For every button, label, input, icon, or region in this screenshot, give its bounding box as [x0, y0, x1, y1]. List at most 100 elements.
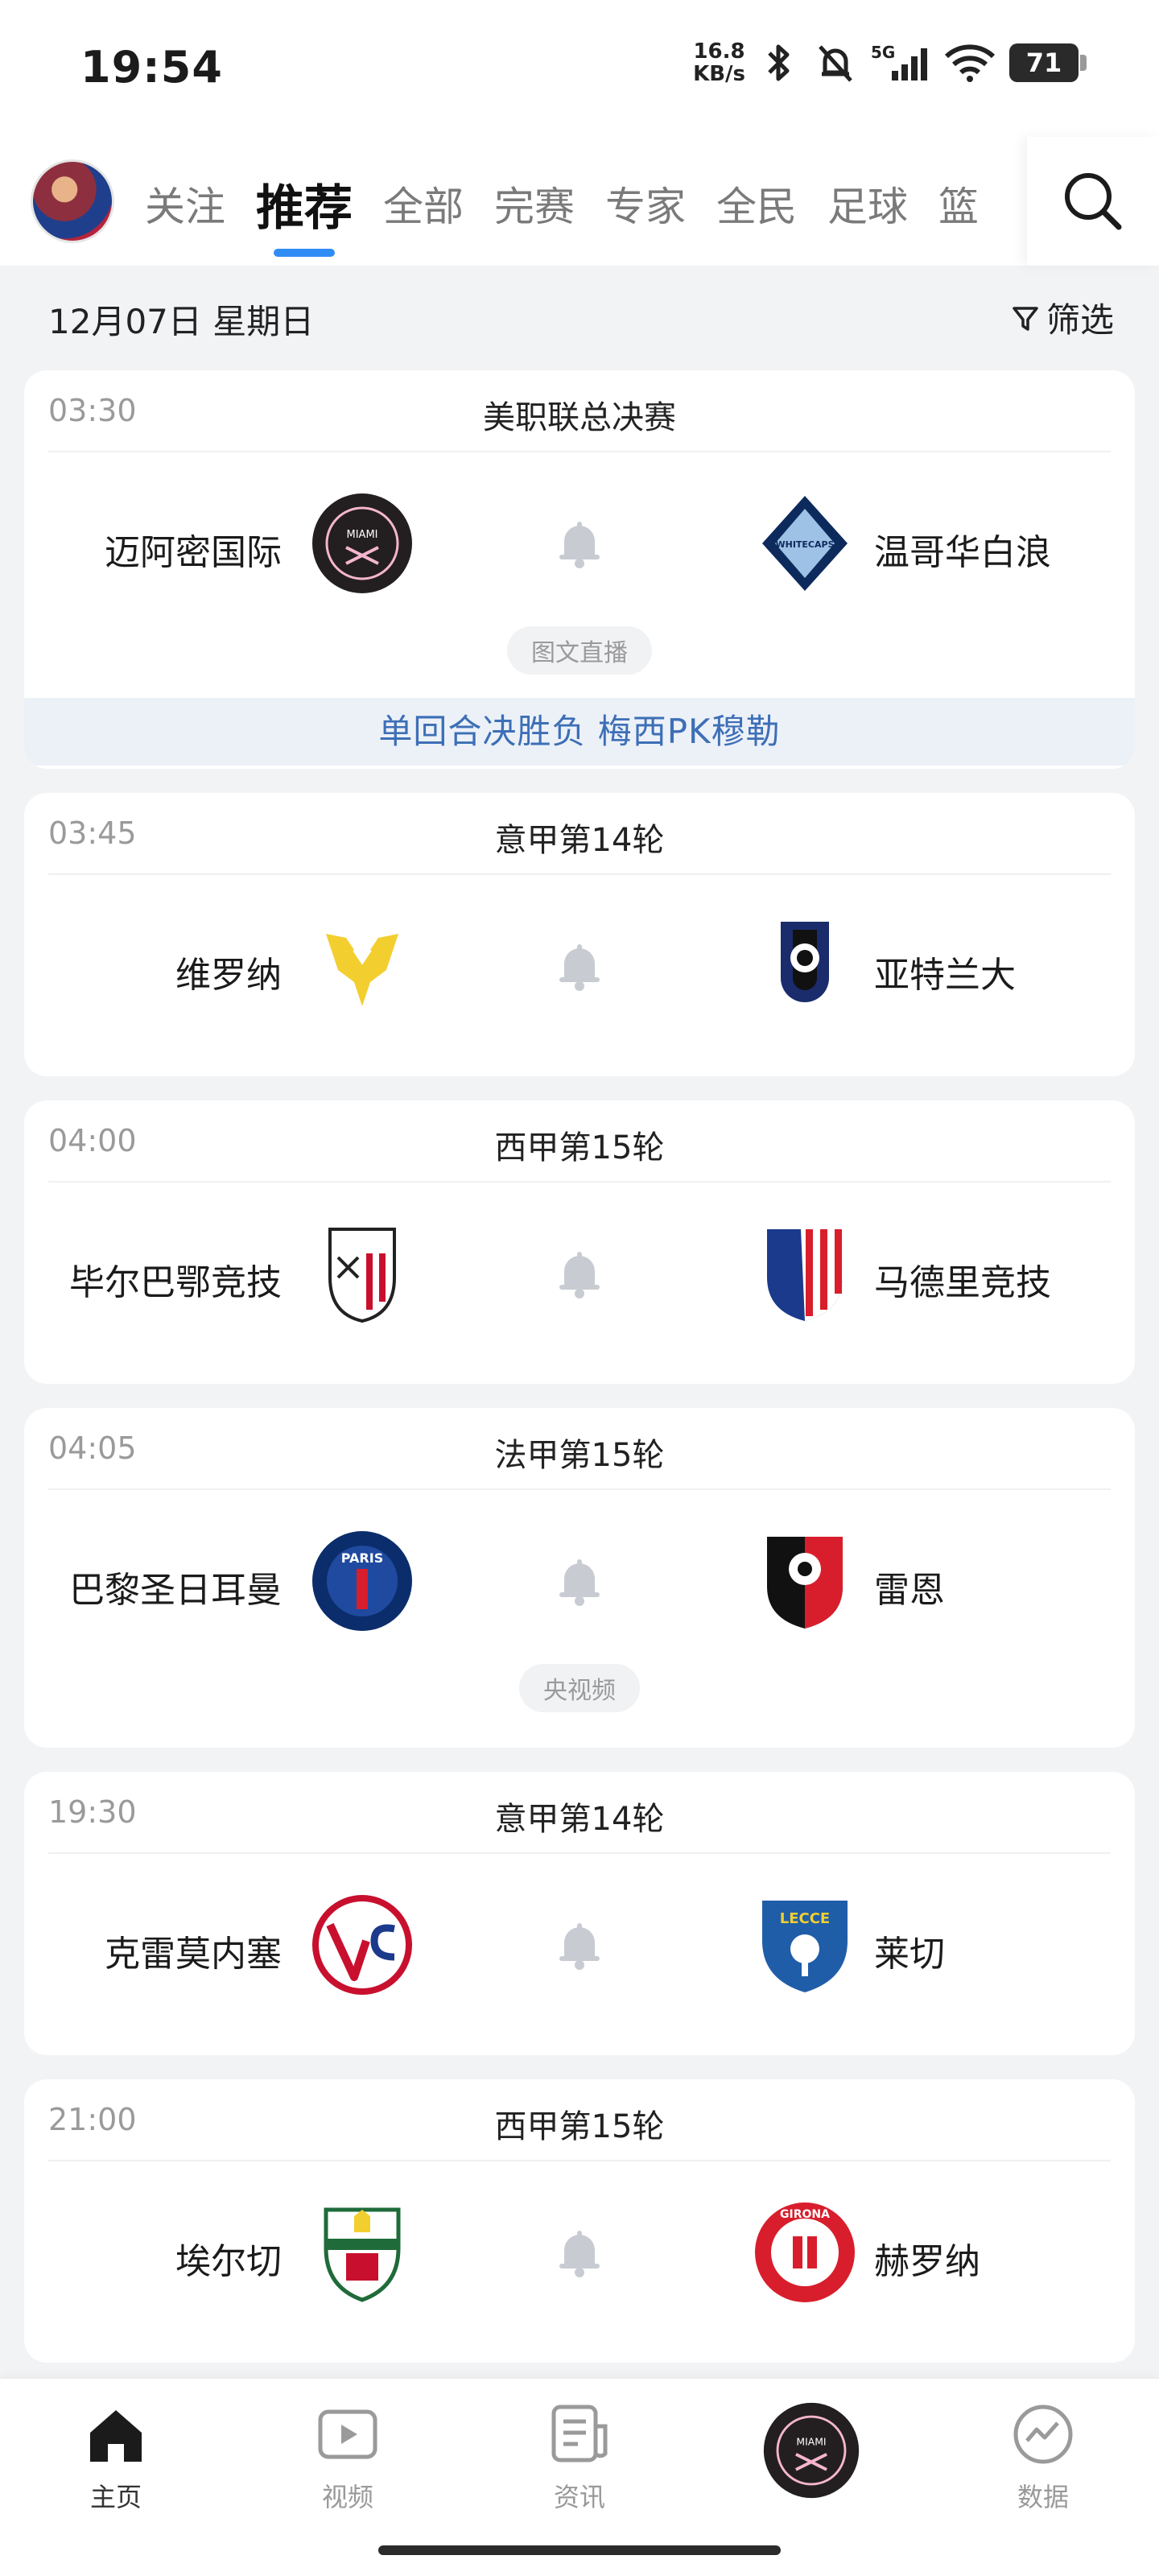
match-league: 西甲第15轮: [494, 2108, 665, 2145]
match-league: 西甲第15轮: [494, 1129, 665, 1166]
crest-text-whitecaps: WHITECAPS: [775, 539, 834, 550]
away-team-name: 亚特兰大: [874, 955, 1016, 996]
home-team-name: 迈阿密国际: [105, 532, 282, 573]
verona-crest-icon: [326, 934, 398, 1006]
card-divider: [48, 1488, 1111, 1490]
atletico-madrid-crest-icon: [767, 1229, 843, 1321]
match-card[interactable]: 03:30 美职联总决赛 迈阿密国际 MIAMI WHITECAPS 温哥华白浪…: [24, 370, 1135, 769]
bell-icon[interactable]: [551, 1245, 608, 1302]
search-icon: [1065, 173, 1122, 230]
tab-football[interactable]: 足球: [827, 170, 908, 233]
signal-5g-icon: 5G: [869, 40, 930, 85]
match-league: 美职联总决赛: [483, 399, 676, 436]
filter-button[interactable]: 筛选: [1009, 293, 1114, 342]
broadcast-tag[interactable]: 央视频: [519, 1664, 640, 1712]
nav-news-label: 资讯: [553, 2482, 605, 2512]
nav-data-label: 数据: [1017, 2482, 1069, 2512]
lecce-crest-icon: LECCE: [762, 1901, 848, 1992]
nav-news[interactable]: 资讯: [515, 2398, 644, 2514]
search-button[interactable]: [1027, 137, 1159, 266]
nav-data[interactable]: 数据: [979, 2398, 1107, 2514]
tab-everyone[interactable]: 全民: [716, 170, 797, 233]
nav-team-badge[interactable]: MIAMI: [747, 2398, 876, 2503]
tab-follow[interactable]: 关注: [145, 170, 225, 233]
match-league: 意甲第14轮: [494, 822, 665, 859]
news-icon: [543, 2398, 616, 2471]
psg-crest-icon: PARIS: [312, 1531, 412, 1631]
status-icons: 16.8 KB/s 5G 71: [693, 40, 1087, 85]
card-divider: [48, 1852, 1111, 1854]
nav-home-label: 主页: [89, 2482, 142, 2512]
data-chart-icon: [1007, 2398, 1079, 2471]
atalanta-crest-icon: [781, 922, 829, 1002]
bell-icon[interactable]: [551, 1553, 608, 1609]
bell-icon[interactable]: [551, 1917, 608, 1973]
match-league: 意甲第14轮: [494, 1801, 665, 1838]
athletic-club-crest-icon: [328, 1228, 396, 1323]
whitecaps-crest-icon: WHITECAPS: [762, 496, 848, 591]
gesture-home-bar[interactable]: [378, 2545, 781, 2555]
network-type: 5G: [871, 43, 895, 62]
home-team-name: 埃尔切: [175, 2241, 282, 2282]
bluetooth-icon: [757, 40, 802, 85]
battery-indicator: 71: [1009, 43, 1087, 82]
crest-text-lecce: LECCE: [780, 1910, 830, 1927]
cremonese-crest-icon: [312, 1895, 412, 1995]
top-navigation: 关注 推荐 全部 完赛 专家 全民 足球 篮: [0, 137, 1159, 266]
tab-basketball[interactable]: 篮: [938, 170, 979, 233]
net-speed-value: 16.8: [693, 39, 745, 64]
inter-miami-crest-icon: MIAMI: [312, 493, 412, 593]
bell-icon[interactable]: [551, 2224, 608, 2281]
match-card[interactable]: 19:30 意甲第14轮 克雷莫内塞 LECCE 莱切: [24, 1772, 1135, 2055]
nav-video-label: 视频: [321, 2482, 373, 2512]
home-icon: [80, 2398, 152, 2471]
user-avatar[interactable]: [31, 159, 114, 243]
card-divider: [48, 1181, 1111, 1183]
crest-text-miami: MIAMI: [796, 2435, 826, 2447]
home-team-name: 维罗纳: [175, 955, 282, 996]
date-label: 12月07日 星期日: [48, 302, 315, 341]
promo-banner[interactable]: 单回合决胜负 梅西PK穆勒: [24, 698, 1135, 766]
category-tabs: 关注 推荐 全部 完赛 专家 全民 足球 篮: [145, 137, 1022, 266]
net-speed-unit: KB/s: [693, 62, 745, 86]
crest-text-paris: PARIS: [341, 1550, 383, 1566]
filter-label: 筛选: [1046, 300, 1114, 340]
card-divider: [48, 2160, 1111, 2161]
tab-experts[interactable]: 专家: [605, 170, 686, 233]
tab-recommended[interactable]: 推荐: [256, 164, 353, 257]
nav-video[interactable]: 视频: [283, 2398, 412, 2514]
video-icon: [311, 2398, 384, 2471]
nav-home[interactable]: 主页: [52, 2398, 180, 2514]
away-team-name: 莱切: [874, 1934, 945, 1975]
crest-text-girona: GIRONA: [780, 2208, 830, 2221]
mute-bell-icon: [813, 40, 858, 85]
match-card[interactable]: 04:05 法甲第15轮 巴黎圣日耳曼 PARIS 雷恩 央视频: [24, 1408, 1135, 1748]
date-bar: 12月07日 星期日 筛选: [0, 266, 1159, 370]
match-card[interactable]: 21:00 西甲第15轮 埃尔切 GIRONA 赫罗纳: [24, 2079, 1135, 2363]
away-team-name: 马德里竞技: [874, 1262, 1051, 1303]
inter-miami-badge-icon: MIAMI: [759, 2398, 864, 2503]
home-team-name: 巴黎圣日耳曼: [69, 1570, 282, 1611]
crest-text-miami: MIAMI: [347, 529, 378, 541]
filter-icon: [1013, 306, 1038, 331]
away-team-name: 雷恩: [874, 1570, 945, 1611]
broadcast-tag[interactable]: 图文直播: [507, 626, 652, 675]
away-team-name: 温哥华白浪: [874, 532, 1051, 573]
net-speed: 16.8 KB/s: [693, 40, 745, 85]
card-divider: [48, 451, 1111, 452]
home-team-name: 克雷莫内塞: [105, 1934, 282, 1975]
status-bar: 19:54 16.8 KB/s 5G 71: [0, 0, 1159, 137]
tab-finished[interactable]: 完赛: [494, 170, 575, 233]
rennes-crest-icon: [767, 1537, 843, 1629]
status-time: 19:54: [80, 42, 223, 93]
away-team-name: 赫罗纳: [874, 2241, 980, 2282]
bell-icon[interactable]: [551, 938, 608, 994]
match-card[interactable]: 04:00 西甲第15轮 毕尔巴鄂竞技 马德里竞技: [24, 1100, 1135, 1384]
tab-all[interactable]: 全部: [383, 170, 464, 233]
match-card[interactable]: 03:45 意甲第14轮 维罗纳 亚特兰大: [24, 793, 1135, 1076]
match-league: 法甲第15轮: [494, 1437, 665, 1474]
bell-icon[interactable]: [551, 515, 608, 572]
home-team-name: 毕尔巴鄂竞技: [69, 1262, 282, 1303]
card-divider: [48, 873, 1111, 875]
elche-crest-icon: [324, 2207, 401, 2302]
